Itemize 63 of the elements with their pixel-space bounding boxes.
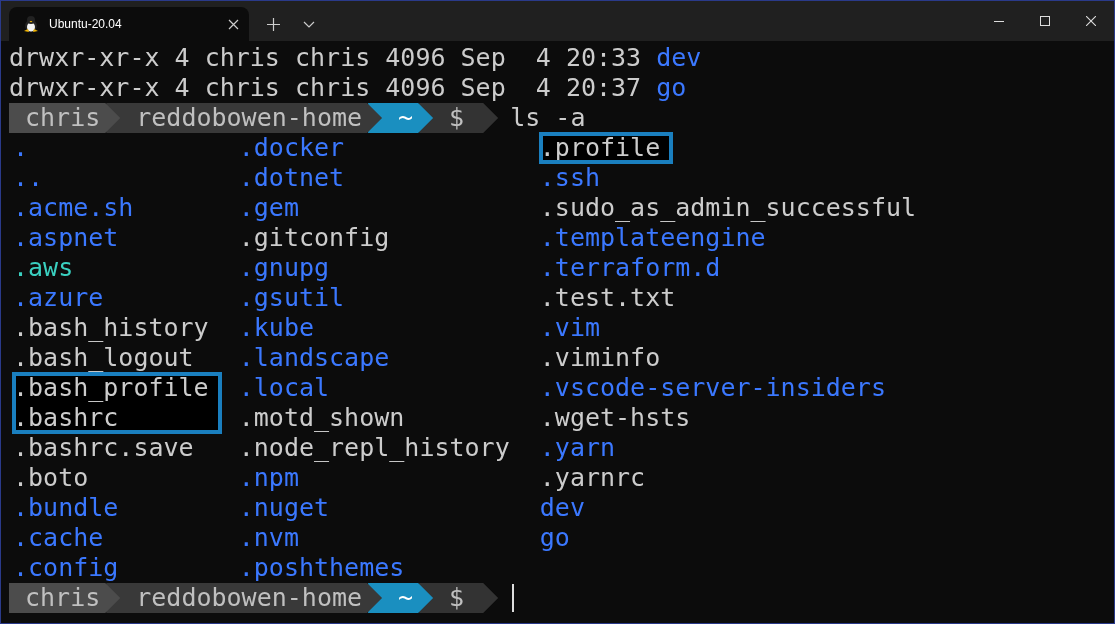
file-name: .docker — [238, 133, 345, 163]
file-name: .viminfo — [539, 343, 661, 373]
file-name: go — [656, 73, 687, 103]
file-name: .bash_logout — [13, 343, 194, 373]
prompt-segment: reddobowen-home — [106, 583, 383, 613]
file-name: .boto — [13, 463, 89, 493]
file-name: .motd_shown — [238, 403, 405, 433]
file-name: .nuget — [238, 493, 330, 523]
maximize-icon[interactable] — [1040, 16, 1050, 26]
prompt-segment: chris — [9, 583, 121, 613]
terminal-tab[interactable]: Ubuntu-20.04 — [9, 7, 249, 41]
plus-icon[interactable] — [266, 17, 280, 31]
file-name: dev — [656, 43, 702, 73]
file-name: go — [539, 523, 570, 553]
file-name: .gsutil — [238, 283, 345, 313]
file-name: .templateengine — [539, 223, 766, 253]
file-name: .config — [13, 553, 119, 583]
prompt-segment: reddobowen-home — [106, 103, 383, 133]
file-name: .bundle — [13, 493, 119, 523]
penguin-icon — [23, 15, 39, 33]
file-name: .terraform.d — [539, 253, 721, 283]
file-name: .gnupg — [238, 253, 330, 283]
chevron-down-icon[interactable] — [303, 20, 315, 28]
minimize-icon[interactable] — [994, 20, 1004, 22]
file-name: .vim — [539, 313, 600, 343]
file-name: .bashrc.save — [13, 433, 194, 463]
file-name: .local — [238, 373, 330, 403]
file-name: .. — [13, 163, 44, 193]
file-name: .azure — [13, 283, 104, 313]
text-cursor — [512, 584, 515, 612]
file-name: .yarnrc — [539, 463, 646, 493]
close-icon[interactable] — [1086, 16, 1096, 26]
file-name: .profile — [539, 133, 661, 163]
command-text: ls -a — [510, 103, 586, 133]
file-name: .gem — [238, 193, 299, 223]
file-name: .sudo_as_admin_successful — [539, 193, 917, 223]
prompt-segment: chris — [9, 103, 121, 133]
file-name: .wget-hsts — [539, 403, 691, 433]
listing-details: drwxr-xr-x 4 chris chris 4096 Sep 4 20:33 — [9, 43, 642, 73]
file-name: .poshthemes — [238, 553, 405, 583]
file-name: .yarn — [539, 433, 616, 463]
listing-details: drwxr-xr-x 4 chris chris 4096 Sep 4 20:37 — [9, 73, 642, 103]
file-name: .test.txt — [539, 283, 676, 313]
file-name: .bashrc — [13, 403, 119, 433]
file-name: .vscode-server-insiders — [539, 373, 886, 403]
file-name: .bash_history — [13, 313, 209, 343]
file-name: . — [13, 133, 29, 163]
file-name: .kube — [238, 313, 315, 343]
file-name: .aws — [13, 253, 74, 283]
file-name: .nvm — [238, 523, 299, 553]
file-name: .ssh — [539, 163, 600, 193]
file-name: .npm — [238, 463, 299, 493]
file-name: .gitconfig — [238, 223, 390, 253]
tab-title: Ubuntu-20.04 — [49, 17, 123, 31]
file-name: .landscape — [238, 343, 390, 373]
file-name: .node_repl_history — [238, 433, 510, 463]
file-name: dev — [539, 493, 585, 523]
file-name: .bash_profile — [13, 373, 209, 403]
file-name: .acme.sh — [13, 193, 134, 223]
file-name: .dotnet — [238, 163, 345, 193]
file-name: .cache — [13, 523, 104, 553]
file-name: .aspnet — [13, 223, 119, 253]
close-icon[interactable] — [228, 18, 239, 30]
